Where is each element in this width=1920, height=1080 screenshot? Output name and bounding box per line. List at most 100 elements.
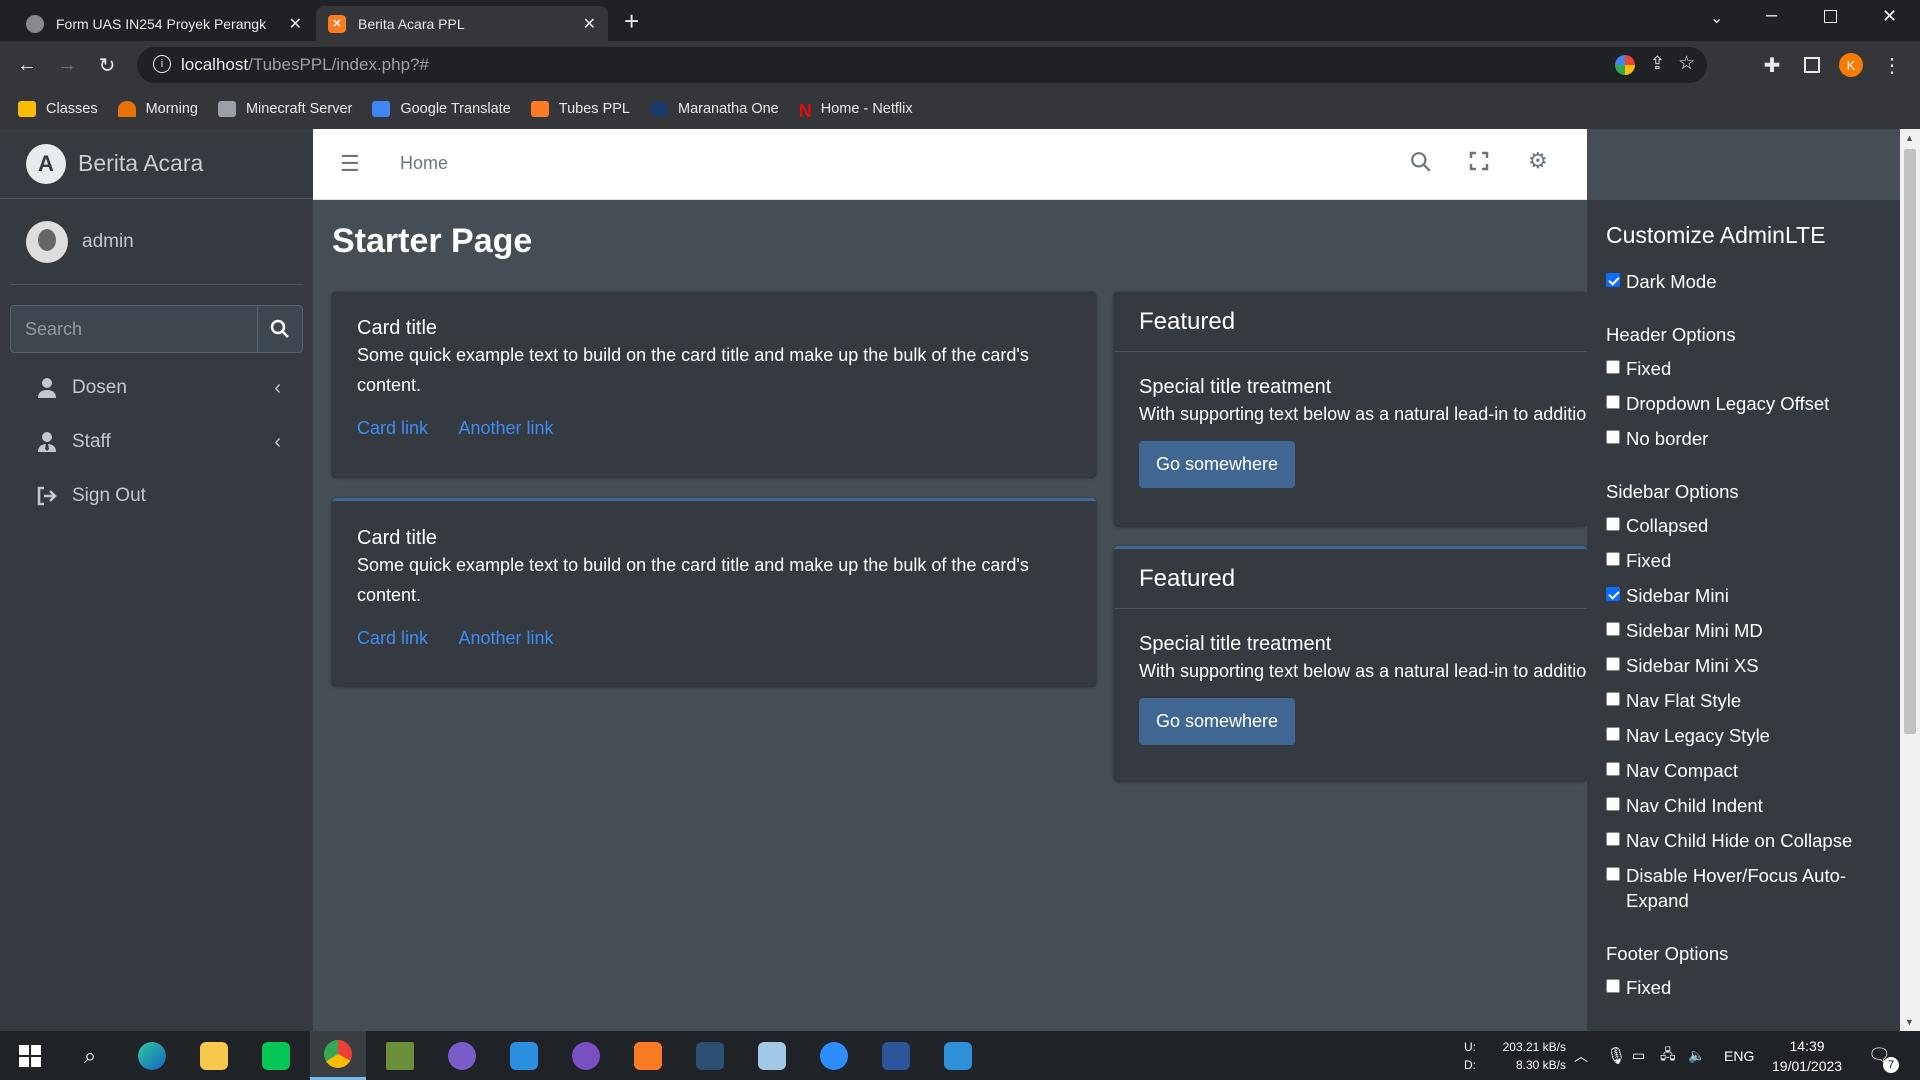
xampp-icon[interactable] <box>620 1031 676 1080</box>
network-icon[interactable]: 🖧 <box>1660 1031 1676 1080</box>
go-somewhere-button[interactable]: Go somewhere <box>1139 441 1296 488</box>
user-panel[interactable]: admin <box>10 199 303 285</box>
header-option-checkbox[interactable]: Dropdown Legacy Offset <box>1606 391 1881 416</box>
card-link[interactable]: Card link <box>357 628 428 648</box>
language-indicator[interactable]: ENG <box>1724 1031 1754 1080</box>
search-input[interactable] <box>11 306 257 352</box>
reload-button[interactable]: ↻ <box>93 51 121 79</box>
tab-search-icon[interactable]: ⌄ <box>1710 8 1723 28</box>
discord-icon[interactable] <box>434 1031 490 1080</box>
extensions-icon[interactable]: ✚ <box>1758 51 1786 79</box>
tab-form-uas[interactable]: Form UAS IN254 Proyek Perangk ✕ <box>14 6 314 41</box>
another-link[interactable]: Another link <box>458 418 553 438</box>
brand-link[interactable]: A Berita Acara <box>0 129 313 199</box>
sidebar-option-checkbox[interactable]: Sidebar Mini MD <box>1606 618 1881 643</box>
footer-option-checkbox[interactable]: Fixed <box>1606 975 1881 1000</box>
minimize-button[interactable]: – <box>1766 4 1777 27</box>
checkbox-icon[interactable] <box>1606 395 1620 409</box>
scroll-down-icon[interactable]: ▼ <box>1905 1017 1914 1027</box>
back-button[interactable]: ← <box>13 51 41 79</box>
sidebar-option-checkbox[interactable]: Nav Flat Style <box>1606 688 1881 713</box>
checkbox-icon[interactable] <box>1606 552 1620 566</box>
sidebar-option-checkbox[interactable]: Disable Hover/Focus Auto-Expand <box>1606 863 1881 913</box>
checkbox-icon[interactable] <box>1606 622 1620 636</box>
bookmark-minecraft[interactable]: Minecraft Server <box>217 101 352 117</box>
new-tab-button[interactable]: + <box>624 6 639 37</box>
share-icon[interactable]: ⇪ <box>1650 53 1665 74</box>
close-window-button[interactable]: ✕ <box>1882 6 1897 27</box>
checkbox-icon[interactable] <box>1606 430 1620 444</box>
file-explorer-icon[interactable] <box>186 1031 242 1080</box>
bookmark-google-translate[interactable]: Google Translate <box>372 101 511 117</box>
search-button[interactable] <box>257 306 302 352</box>
close-tab-icon[interactable]: ✕ <box>583 14 596 34</box>
search-icon[interactable] <box>1410 151 1432 178</box>
checkbox-icon[interactable] <box>1606 867 1620 881</box>
sidebar-option-checkbox[interactable]: Nav Legacy Style <box>1606 723 1881 748</box>
bookmark-maranatha[interactable]: Maranatha One <box>649 101 779 117</box>
minecraft-icon[interactable] <box>372 1031 428 1080</box>
checkbox-icon[interactable] <box>1606 360 1620 374</box>
scroll-up-icon[interactable]: ▲ <box>1905 133 1914 143</box>
sidebar-option-checkbox[interactable]: Sidebar Mini XS <box>1606 653 1881 678</box>
checkbox-icon[interactable] <box>1606 762 1620 776</box>
sidebar-option-checkbox[interactable]: Collapsed <box>1606 513 1881 538</box>
tab-berita-acara[interactable]: ✕ Berita Acara PPL ✕ <box>316 6 608 41</box>
header-option-checkbox[interactable]: Fixed <box>1606 356 1881 381</box>
bookmark-classes[interactable]: Classes <box>18 101 98 117</box>
hamburger-menu-icon[interactable]: ☰ <box>340 151 360 177</box>
gear-icon[interactable]: ⚙ <box>1528 148 1548 174</box>
restore-button[interactable] <box>1824 10 1837 23</box>
chrome-icon[interactable] <box>310 1031 366 1080</box>
mysql-workbench-icon[interactable] <box>682 1031 738 1080</box>
info-icon[interactable]: i <box>153 55 171 73</box>
bookmark-star-icon[interactable]: ☆ <box>1678 52 1695 75</box>
scrollbar-thumb[interactable] <box>1904 149 1916 734</box>
photos-icon[interactable] <box>930 1031 986 1080</box>
clock[interactable]: 14:39 19/01/2023 <box>1772 1031 1842 1080</box>
dark-mode-checkbox[interactable]: Dark Mode <box>1606 269 1881 294</box>
search-icon[interactable]: ⌕ <box>62 1031 118 1080</box>
google-lens-icon[interactable] <box>1615 55 1635 75</box>
checkbox-icon[interactable] <box>1606 979 1620 993</box>
checkbox-icon[interactable] <box>1606 832 1620 846</box>
battery-icon[interactable]: ▭ <box>1632 1031 1645 1080</box>
notes-icon[interactable] <box>744 1031 800 1080</box>
card-link[interactable]: Card link <box>357 418 428 438</box>
github-icon[interactable] <box>558 1031 614 1080</box>
sidebar-option-checkbox[interactable]: Nav Compact <box>1606 758 1881 783</box>
bookmark-netflix[interactable]: N Home - Netflix <box>799 101 913 121</box>
url-bar[interactable]: i localhost/TubesPPL/index.php?# ⇪ ☆ <box>137 47 1707 83</box>
another-link[interactable]: Another link <box>458 628 553 648</box>
volume-icon[interactable]: 🔈 <box>1688 1031 1705 1080</box>
windows-start-icon[interactable] <box>2 1031 58 1080</box>
close-tab-icon[interactable]: ✕ <box>289 14 302 34</box>
checkbox-icon[interactable] <box>1606 797 1620 811</box>
checkbox-icon[interactable] <box>1606 273 1620 287</box>
sidebar-option-checkbox[interactable]: Nav Child Hide on Collapse <box>1606 828 1881 853</box>
bookmark-morning[interactable]: Morning <box>117 101 198 117</box>
edge-icon[interactable] <box>124 1031 180 1080</box>
profile-avatar[interactable]: K <box>1839 53 1863 77</box>
sidebar-option-checkbox[interactable]: Nav Child Indent <box>1606 793 1881 818</box>
bookmark-tubes-ppl[interactable]: Tubes PPL <box>530 101 630 117</box>
zoom-icon[interactable] <box>806 1031 862 1080</box>
checkbox-icon[interactable] <box>1606 517 1620 531</box>
nav-home-link[interactable]: Home <box>400 153 448 174</box>
checkbox-icon[interactable] <box>1606 692 1620 706</box>
checkbox-icon[interactable] <box>1606 657 1620 671</box>
side-panel-icon[interactable] <box>1804 57 1820 73</box>
go-somewhere-button[interactable]: Go somewhere <box>1139 698 1296 745</box>
sidebar-option-checkbox[interactable]: Sidebar Mini <box>1606 583 1881 608</box>
fullscreen-icon[interactable] <box>1469 151 1489 176</box>
page-scrollbar[interactable]: ▲ ▼ <box>1900 129 1920 1031</box>
sidebar-item-staff[interactable]: Staff ‹ <box>0 415 313 469</box>
microphone-icon[interactable]: 🎙 <box>1606 1031 1626 1080</box>
chevron-up-icon[interactable]: ︿ <box>1574 1031 1588 1080</box>
forward-button[interactable]: → <box>53 51 81 79</box>
vscode-icon[interactable] <box>496 1031 552 1080</box>
sidebar-option-checkbox[interactable]: Fixed <box>1606 548 1881 573</box>
checkbox-icon[interactable] <box>1606 727 1620 741</box>
line-icon[interactable] <box>248 1031 304 1080</box>
sidebar-item-dosen[interactable]: Dosen ‹ <box>0 361 313 415</box>
